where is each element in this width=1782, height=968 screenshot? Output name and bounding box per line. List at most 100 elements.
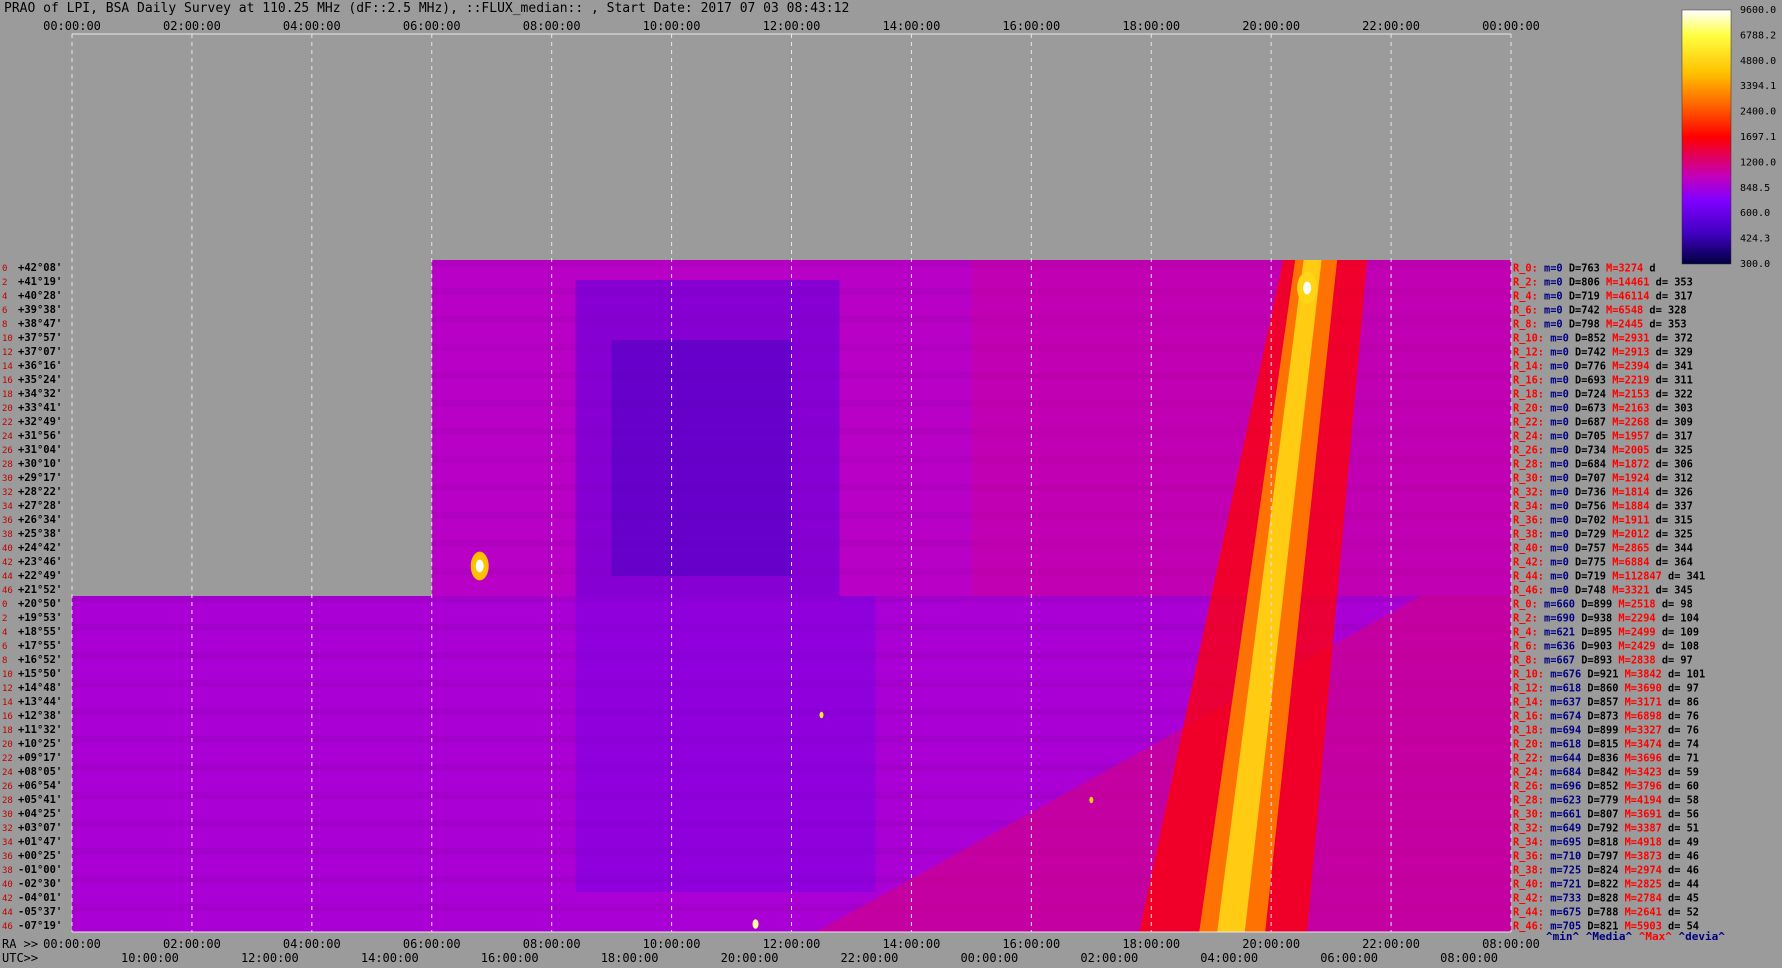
- ra-tick: 06:00:00: [403, 937, 461, 951]
- row-index-label: 22: [2, 754, 13, 764]
- declination-label: +41°19': [18, 276, 62, 288]
- row-index-label: 44: [2, 908, 13, 918]
- declination-label: +16°52': [18, 654, 62, 666]
- declination-label: +24°42': [18, 542, 62, 554]
- declination-label: +34°32': [18, 388, 62, 400]
- ra-tick: 18:00:00: [1122, 937, 1180, 951]
- declination-label: +12°38': [18, 710, 62, 722]
- row-index-label: 28: [2, 796, 13, 806]
- row-index-label: 6: [2, 306, 7, 316]
- row-index-label: 36: [2, 852, 13, 862]
- declination-label: +27°28': [18, 500, 62, 512]
- row-stat: R_28: m=623 D=779 M=4194 d= 58: [1513, 794, 1699, 806]
- row-stat: R_28: m=0 D=684 M=1872 d= 306: [1513, 458, 1693, 470]
- row-stat: R_18: m=0 D=724 M=2153 d= 322: [1513, 388, 1693, 400]
- utc-tick: 04:00:00: [1200, 951, 1258, 965]
- top-time-tick: 22:00:00: [1362, 19, 1420, 33]
- utc-tick: 12:00:00: [241, 951, 299, 965]
- row-index-label: 8: [2, 656, 7, 666]
- row-index-label: 12: [2, 348, 13, 358]
- utc-tick: 20:00:00: [721, 951, 779, 965]
- ra-tick: 14:00:00: [883, 937, 941, 951]
- declination-label: +36°16': [18, 360, 62, 372]
- row-index-label: 10: [2, 334, 13, 344]
- ra-tick: 16:00:00: [1002, 937, 1060, 951]
- declination-label: +38°47': [18, 318, 62, 330]
- ra-tick: 02:00:00: [163, 937, 221, 951]
- declination-label: +29°17': [18, 472, 62, 484]
- declination-label: +31°56': [18, 430, 62, 442]
- row-stat: R_8: m=0 D=798 M=2445 d= 353: [1513, 318, 1687, 330]
- row-stat: R_14: m=0 D=776 M=2394 d= 341: [1513, 360, 1693, 372]
- colorbar-tick: 300.0: [1740, 259, 1770, 270]
- row-index-label: 4: [2, 628, 7, 638]
- declination-label: +05°41': [18, 794, 62, 806]
- declination-label: -04°01': [18, 892, 62, 904]
- row-index-label: 22: [2, 418, 13, 428]
- utc-tick: 16:00:00: [481, 951, 539, 965]
- row-stat: R_2: m=0 D=806 M=14461 d= 353: [1513, 276, 1693, 288]
- row-index-label: 10: [2, 670, 13, 680]
- utc-tick: 18:00:00: [601, 951, 659, 965]
- declination-label: +19°53': [18, 612, 62, 624]
- declination-label: +40°28': [18, 290, 62, 302]
- colorbar-tick: 2400.0: [1740, 107, 1776, 118]
- row-index-label: 0: [2, 264, 7, 274]
- declination-label: +09°17': [18, 752, 62, 764]
- row-stat: R_2: m=690 D=938 M=2294 d= 104: [1513, 612, 1699, 624]
- row-index-label: 20: [2, 740, 13, 750]
- row-stat: R_26: m=696 D=852 M=3796 d= 60: [1513, 780, 1699, 792]
- declination-label: +25°38': [18, 528, 62, 540]
- ra-tick: 10:00:00: [643, 937, 701, 951]
- row-index-label: 8: [2, 320, 7, 330]
- colorbar-tick: 3394.1: [1740, 81, 1776, 92]
- row-index-label: 32: [2, 488, 13, 498]
- row-stat: R_0: m=0 D=763 M=3274 d: [1513, 262, 1656, 274]
- declination-label: -05°37': [18, 906, 62, 918]
- ra-tick: 04:00:00: [283, 937, 341, 951]
- row-index-label: 32: [2, 824, 13, 834]
- row-stat: R_32: m=0 D=736 M=1814 d= 326: [1513, 486, 1693, 498]
- row-stat: R_22: m=644 D=836 M=3696 d= 71: [1513, 752, 1699, 764]
- row-index-label: 38: [2, 530, 13, 540]
- top-time-tick: 14:00:00: [883, 19, 941, 33]
- row-index-label: 46: [2, 586, 13, 596]
- row-stat: R_18: m=694 D=899 M=3327 d= 76: [1513, 724, 1699, 736]
- declination-label: +37°07': [18, 346, 62, 358]
- utc-tick: 10:00:00: [121, 951, 179, 965]
- top-time-tick: 16:00:00: [1002, 19, 1060, 33]
- row-index-label: 24: [2, 768, 13, 778]
- row-index-label: 18: [2, 726, 13, 736]
- row-stat: R_44: m=0 D=719 M=112847 d= 341: [1513, 570, 1705, 582]
- row-stats: R_0: m=0 D=763 M=3274 d R_2: m=0 D=806 M=…: [1513, 262, 1725, 943]
- row-index-label: 6: [2, 642, 7, 652]
- declination-label: +18°55': [18, 626, 62, 638]
- row-index-label: 18: [2, 390, 13, 400]
- utc-tick: 02:00:00: [1080, 951, 1138, 965]
- declination-label: +04°25': [18, 808, 62, 820]
- declination-label: +03°07': [18, 822, 62, 834]
- top-time-tick: 02:00:00: [163, 19, 221, 33]
- top-time-tick: 04:00:00: [283, 19, 341, 33]
- declination-label: +14°48': [18, 682, 62, 694]
- row-stat: R_10: m=0 D=852 M=2931 d= 372: [1513, 332, 1693, 344]
- row-stat: R_46: m=0 D=748 M=3321 d= 345: [1513, 584, 1693, 596]
- row-index-label: 36: [2, 516, 13, 526]
- declination-label: +10°25': [18, 738, 62, 750]
- row-stat: R_8: m=667 D=893 M=2838 d= 97: [1513, 654, 1693, 666]
- ra-tick: 08:00:00: [1482, 937, 1540, 951]
- row-index-label: 26: [2, 782, 13, 792]
- row-index-label: 40: [2, 544, 13, 554]
- row-index-label: 42: [2, 894, 13, 904]
- declination-label: +22°49': [18, 570, 62, 582]
- colorbar-tick: 848.5: [1740, 183, 1770, 194]
- declination-label: +13°44': [18, 696, 62, 708]
- declination-label: -02°30': [18, 878, 62, 890]
- row-index-label: 4: [2, 292, 7, 302]
- row-index-label: 2: [2, 278, 7, 288]
- row-stat: R_38: m=725 D=824 M=2974 d= 46: [1513, 864, 1699, 876]
- top-time-tick: 10:00:00: [643, 19, 701, 33]
- declination-label: +15°50': [18, 668, 62, 680]
- row-stat: R_10: m=676 D=921 M=3842 d= 101: [1513, 668, 1705, 680]
- declination-label: +32°49': [18, 416, 62, 428]
